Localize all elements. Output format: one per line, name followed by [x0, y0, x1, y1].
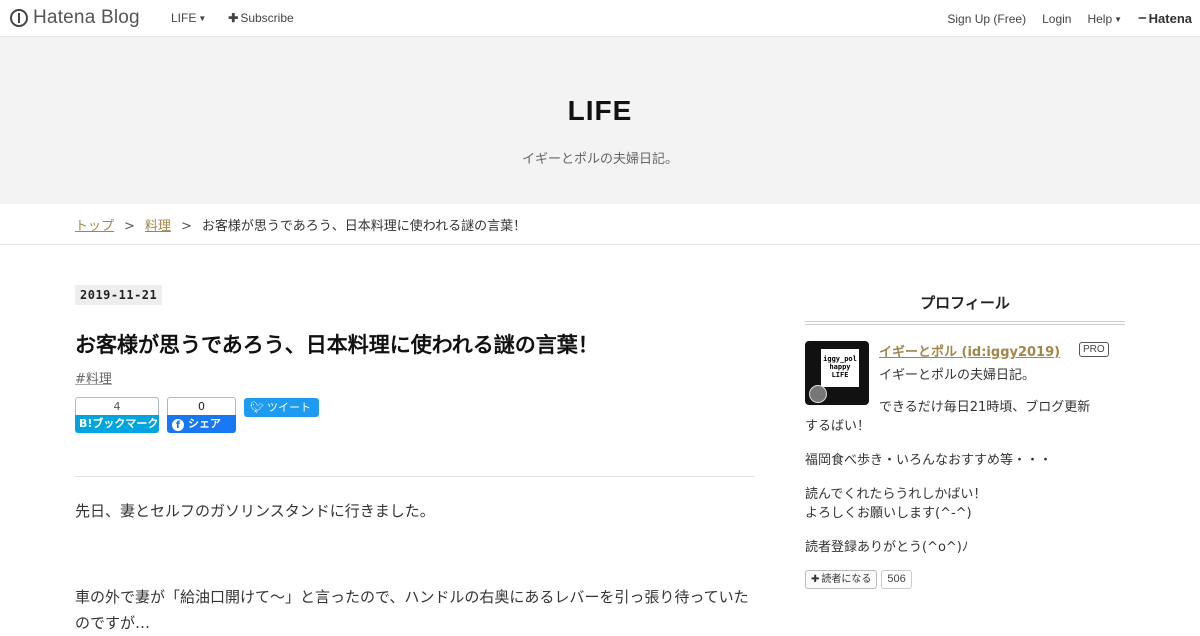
caret-down-icon: ▼ — [1114, 14, 1123, 24]
profile-text: イギーとポルの夫婦日記。 — [879, 368, 1036, 383]
follow-widget: ✚ 読者になる 506 — [805, 570, 912, 589]
divider — [805, 321, 1125, 325]
follower-count[interactable]: 506 — [881, 570, 912, 589]
follow-button[interactable]: ✚ 読者になる — [805, 570, 878, 589]
nav-right: Sign Up (Free) Login Help ▼ ⁼⁼ Hatena — [947, 11, 1200, 26]
twitter-bird-icon: 🐦︎ — [250, 401, 264, 414]
blog-title[interactable]: LIFE — [0, 95, 1200, 127]
login-link[interactable]: Login — [1042, 12, 1071, 26]
avatar[interactable]: iggy_pol happy LIFE — [805, 341, 869, 405]
avatar-badge — [809, 385, 827, 403]
breadcrumb-separator: > — [124, 219, 135, 234]
profile-text: するばい！ — [805, 419, 871, 434]
signup-link[interactable]: Sign Up (Free) — [947, 12, 1026, 26]
plus-icon: ✚ — [811, 574, 820, 585]
profile-name-link[interactable]: イギーとポル (id:iggy2019) — [879, 341, 1060, 360]
blog-menu-button[interactable]: LIFE ▼ — [171, 11, 206, 25]
pro-badge[interactable]: PRO — [1079, 342, 1109, 357]
hatena-blog-logo[interactable]: Hatena Blog — [10, 7, 140, 29]
hatena-logo[interactable]: ⁼⁼ Hatena — [1138, 11, 1192, 26]
subscribe-button[interactable]: ✚ Subscribe — [228, 11, 293, 25]
nav-left: LIFE ▼ ✚ Subscribe — [171, 11, 294, 25]
entry-paragraph: 車の外で妻が「給油口開けて～」と言ったので、ハンドルの右奥にあるレバーを引っ張り… — [75, 588, 749, 632]
sidebar-profile-title: プロフィール — [920, 294, 1010, 312]
blog-header: LIFE イギーとポルの夫婦日記。 — [0, 37, 1200, 204]
profile-text: 読んでくれたらうれしかばい！ — [805, 487, 987, 502]
breadcrumb-category-link[interactable]: 料理 — [145, 219, 171, 234]
entry-title[interactable]: お客様が思うであろう、日本料理に使われる謎の言葉！ — [75, 329, 599, 359]
facebook-share-button[interactable]: 0 f シェア — [167, 397, 236, 433]
facebook-icon: f — [172, 419, 184, 431]
category-tag[interactable]: #料理 — [75, 368, 112, 387]
bookmark-count: 4 — [75, 397, 159, 415]
divider — [75, 476, 755, 477]
blog-description: イギーとポルの夫婦日記。 — [521, 152, 678, 167]
breadcrumb-separator: > — [180, 219, 192, 234]
entry-date[interactable]: 2019-11-21 — [75, 285, 163, 305]
facebook-label: f シェア — [167, 415, 236, 433]
avatar-logo: iggy_pol happy LIFE — [821, 349, 859, 387]
facebook-count: 0 — [167, 397, 236, 415]
caret-down-icon: ▼ — [198, 14, 207, 23]
brand-name: Hatena Blog — [33, 7, 140, 28]
global-header: Hatena Blog LIFE ▼ ✚ Subscribe Sign Up (Fr… — [0, 0, 1200, 37]
hatena-bookmark-button[interactable]: 4 B!ブックマーク — [75, 397, 159, 433]
hatena-blog-logo-icon — [10, 9, 28, 27]
hatena-bookmark-icon: B! — [79, 417, 93, 430]
profile-text: できるだけ毎日21時頃、ブログ更新 — [879, 400, 1091, 415]
breadcrumb-current: お客様が思うであろう、日本料理に使われる謎の言葉！ — [201, 219, 527, 234]
profile-text: 読者登録ありがとう(^o^)ﾉ — [805, 540, 969, 555]
divider — [0, 244, 1200, 245]
profile-text: 福岡食べ歩き・いろんなおすすめ等・・・ — [805, 453, 1053, 468]
help-menu-button[interactable]: Help ▼ — [1087, 12, 1122, 26]
hatena-lines-icon: ⁼⁼ — [1138, 15, 1146, 26]
breadcrumb: トップ > 料理 > お客様が思うであろう、日本料理に使われる謎の言葉！ — [75, 215, 526, 234]
tweet-button[interactable]: 🐦︎ ツイート — [244, 398, 319, 417]
bookmark-label: B!ブックマーク — [75, 415, 159, 433]
entry-paragraph: 先日、妻とセルフのガソリンスタンドに行きました。 — [75, 502, 435, 520]
breadcrumb-top-link[interactable]: トップ — [75, 219, 114, 234]
profile-text: よろしくお願いします(^-^) — [805, 506, 972, 521]
plus-icon: ✚ — [228, 11, 239, 25]
